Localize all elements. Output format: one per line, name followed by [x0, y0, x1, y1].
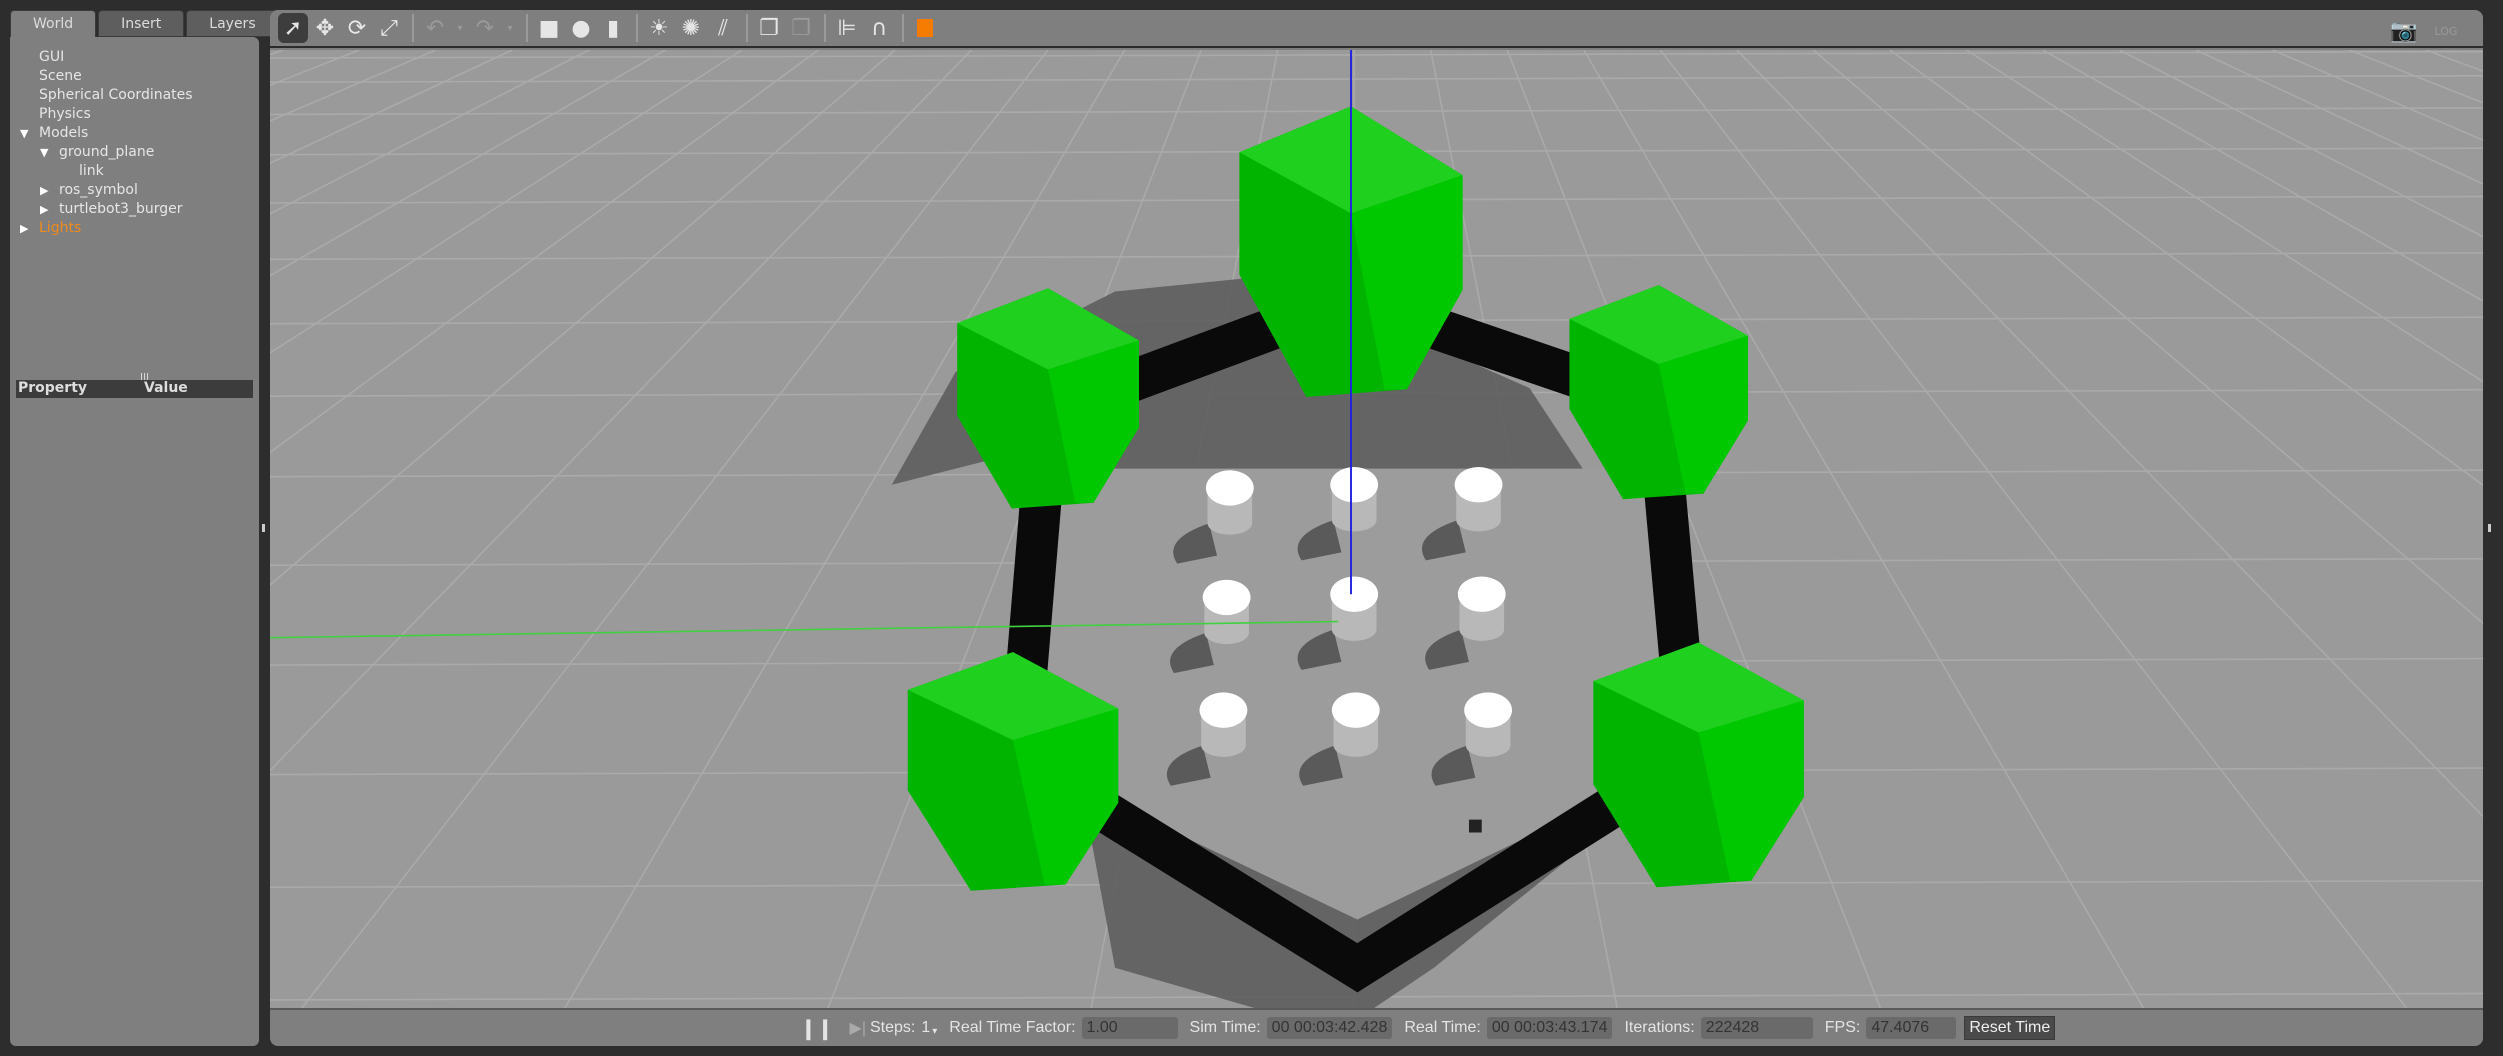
property-column: Property: [18, 380, 88, 396]
divider: [526, 14, 528, 42]
tree-item[interactable]: Scene: [39, 68, 82, 84]
tree-item[interactable]: Physics: [39, 106, 91, 122]
bottom-bar: ❙❙ ▶| Steps: 1 ▾ Real Time Factor: 1.00 S…: [270, 1008, 2483, 1046]
cylinder-base: [1465, 734, 1511, 757]
steps-value[interactable]: 1: [921, 1019, 930, 1037]
real-time-field: 00 00:03:43.174: [1486, 1017, 1613, 1039]
cylinder-base: [1207, 512, 1253, 535]
translate-icon[interactable]: ✥: [310, 13, 340, 43]
iterations-label: Iterations:: [1624, 1019, 1695, 1036]
copy-icon[interactable]: ❐: [754, 13, 784, 43]
point-light-icon[interactable]: ☀: [644, 13, 674, 43]
turtlebot3-burger[interactable]: [1468, 819, 1482, 833]
expand-arrow-icon[interactable]: ▼: [40, 146, 48, 159]
tab-layers[interactable]: Layers: [186, 10, 279, 37]
cylinder-top: [1464, 692, 1513, 728]
sim-time-label: Sim Time:: [1189, 1019, 1261, 1036]
tree-item[interactable]: turtlebot3_burger: [59, 201, 182, 217]
spot-light-icon[interactable]: ✺: [676, 13, 706, 43]
cylinder-top: [1202, 579, 1251, 616]
expand-arrow-icon[interactable]: ▶: [40, 184, 48, 197]
expand-arrow-icon[interactable]: ▶: [40, 203, 48, 216]
tree-item[interactable]: Lights: [39, 220, 81, 236]
cylinder-base: [1459, 618, 1505, 641]
rtf-field: 1.00: [1081, 1017, 1178, 1039]
directional-light-icon[interactable]: ⫽: [708, 13, 738, 43]
undo-icon[interactable]: ↶: [420, 13, 450, 43]
screenshot-camera-icon[interactable]: 📷: [2389, 16, 2419, 46]
expand-arrow-icon[interactable]: ▶: [20, 222, 28, 235]
step-icon[interactable]: ▶|: [850, 1018, 866, 1038]
cylinder-base: [1456, 508, 1501, 532]
cylinder-top: [1330, 576, 1379, 612]
cylinder-top: [1205, 470, 1254, 506]
cylinder-icon[interactable]: ▮: [598, 13, 628, 43]
cylinder-base: [1333, 734, 1379, 757]
real-time-label: Real Time:: [1404, 1019, 1481, 1036]
value-column: Value: [144, 380, 188, 396]
cylinder-base: [1201, 734, 1246, 757]
fps-label: FPS:: [1824, 1019, 1861, 1036]
divider: [902, 14, 904, 42]
log-download-icon[interactable]: LOG: [2431, 16, 2461, 46]
divider: [824, 14, 826, 42]
cylinder-base: [1331, 508, 1377, 532]
cylinder-top: [1331, 692, 1380, 728]
align-icon[interactable]: ⊫: [832, 13, 862, 43]
pause-icon[interactable]: ❙❙: [800, 1016, 834, 1041]
panel-tabs: World Insert Layers: [10, 10, 281, 39]
3d-viewport[interactable]: [270, 50, 2483, 1008]
rtf-label: Real Time Factor:: [949, 1019, 1076, 1036]
cylinder-top: [1457, 576, 1506, 612]
tab-world[interactable]: World: [10, 10, 97, 39]
redo-dropdown-icon[interactable]: ▾: [502, 13, 518, 43]
cylinder-base: [1204, 621, 1249, 645]
cylinder-top: [1330, 467, 1379, 503]
world-panel: GUI Scene Spherical Coordinates Physics ▼ Mod…: [10, 37, 259, 1046]
property-header: Property Value: [16, 380, 253, 398]
snap-icon[interactable]: ∩: [864, 13, 894, 43]
paste-icon[interactable]: ❐: [786, 13, 816, 43]
select-arrow-icon[interactable]: ➚: [278, 13, 308, 43]
tree-item[interactable]: GUI: [39, 49, 64, 65]
redo-icon[interactable]: ↷: [470, 13, 500, 43]
tree-item[interactable]: ground_plane: [59, 144, 154, 160]
tree-item[interactable]: link: [79, 163, 104, 179]
expand-arrow-icon[interactable]: ▼: [20, 127, 28, 140]
divider: [636, 14, 638, 42]
sphere-icon[interactable]: ●: [566, 13, 596, 43]
rotate-icon[interactable]: ⟳: [342, 13, 372, 43]
steps-dropdown-icon[interactable]: ▾: [932, 1026, 937, 1037]
divider: [412, 14, 414, 42]
tree-item[interactable]: Spherical Coordinates: [39, 87, 193, 103]
undo-dropdown-icon[interactable]: ▾: [452, 13, 468, 43]
fps-field: 47.4076: [1866, 1017, 1957, 1039]
right-collapse-handle[interactable]: [2488, 524, 2491, 532]
sim-time-field: 00 00:03:42.428: [1266, 1017, 1393, 1039]
cylinder-top: [1454, 467, 1503, 503]
reset-time-button[interactable]: Reset Time: [1964, 1016, 2056, 1040]
box-icon[interactable]: ■: [534, 13, 564, 43]
cylinder-top: [1199, 692, 1248, 728]
view-angle-icon[interactable]: [910, 13, 940, 43]
render-frame: ➚ ✥ ⟳ ⤢ ↶ ▾ ↷ ▾ ■ ● ▮ ☀ ✺ ⫽ ❐ ❐ ⊫ ∩ 📷 LO…: [270, 10, 2483, 1046]
tree-item[interactable]: Models: [39, 125, 88, 141]
left-collapse-handle[interactable]: [262, 524, 265, 532]
steps-label: Steps:: [869, 1019, 916, 1036]
cylinder-base: [1331, 618, 1377, 641]
toolbar: ➚ ✥ ⟳ ⤢ ↶ ▾ ↷ ▾ ■ ● ▮ ☀ ✺ ⫽ ❐ ❐ ⊫ ∩ 📷 LO…: [270, 10, 2483, 48]
divider: [746, 14, 748, 42]
scale-icon[interactable]: ⤢: [374, 13, 404, 43]
tree-item[interactable]: ros_symbol: [59, 182, 138, 198]
iterations-field: 222428: [1700, 1017, 1813, 1039]
tab-insert[interactable]: Insert: [98, 10, 185, 37]
